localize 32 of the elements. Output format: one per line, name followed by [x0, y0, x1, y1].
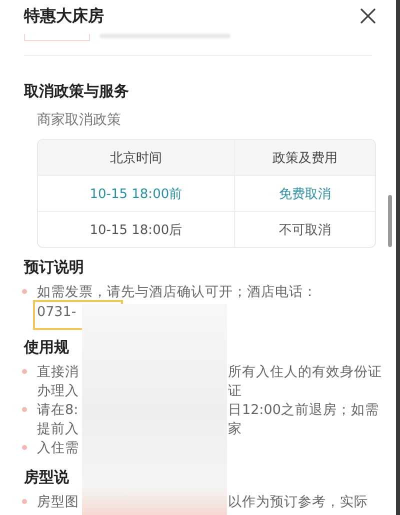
table-cell: 免费取消	[234, 175, 375, 211]
section-title: 房型说	[24, 468, 70, 487]
text-fragment: 请在8:	[37, 401, 80, 420]
table-cell: 10-15 18:00后	[38, 211, 234, 247]
text-fragment: 日12:00之前退房；如需	[228, 401, 379, 420]
table-cell: 不可取消	[234, 211, 375, 247]
text-fragment: 入住需	[37, 439, 80, 458]
text-fragment: 家	[228, 420, 242, 439]
bullet-icon	[22, 499, 27, 504]
text-fragment: 证	[228, 382, 242, 401]
bullet-icon	[22, 289, 27, 294]
table-cell: 10-15 18:00前	[38, 175, 234, 211]
faded-tag	[24, 34, 90, 41]
bullet-icon	[22, 369, 27, 374]
scrollbar[interactable]	[388, 195, 392, 247]
section-title: 取消政策与服务	[24, 82, 130, 101]
text-fragment: 以作为预订参考，实际	[228, 493, 368, 512]
text-fragment: 所有入住人的有效身份证	[228, 363, 382, 382]
section-title: 预订说明	[24, 258, 85, 277]
column-header: 北京时间	[38, 140, 234, 175]
text-fragment: 办理入	[37, 382, 80, 401]
policy-subtitle: 商家取消政策	[37, 111, 122, 129]
sheet-title: 特惠大床房	[24, 6, 104, 26]
bullet-icon	[22, 407, 27, 412]
text-fragment: 直接消	[37, 363, 80, 382]
close-icon[interactable]	[360, 8, 376, 24]
text-fragment: 提前入	[37, 420, 80, 439]
bullet-icon	[22, 445, 27, 450]
text-fragment: 房型图	[37, 493, 80, 512]
text-fragment: 如需发票，请先与酒店确认可开；酒店电话：	[37, 283, 317, 302]
column-header: 政策及费用	[234, 140, 375, 175]
section-title: 使用规	[24, 338, 70, 357]
